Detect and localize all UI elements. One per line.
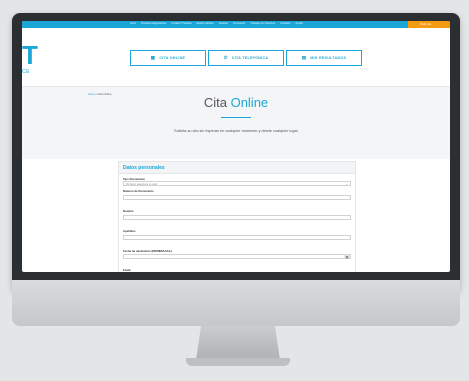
numero-documento-label: Número de Documento xyxy=(123,189,154,193)
page-title: Cita Online xyxy=(22,95,450,110)
nav-item-equipo[interactable]: Equipo Médico xyxy=(197,22,214,25)
nombre-label: Nombre xyxy=(123,209,134,213)
page-subtitle: Solicita su cita sin esperas en cualquie… xyxy=(174,129,298,133)
apellidos-label: Apellidos xyxy=(123,229,136,233)
form-section-header: Datos personales xyxy=(119,162,355,174)
page-title-highlight: Online xyxy=(230,95,269,110)
page-title-plain: Cita xyxy=(203,95,231,110)
site-header: T CE ▦ CITA ONLINE ✆ CITA TELEFÓNICA ▤ M… xyxy=(22,28,450,87)
top-nav: Inicio Pruebas Diagnósticas Unidad IT Mé… xyxy=(130,22,303,25)
cita-telefonica-button[interactable]: ✆ CITA TELEFÓNICA xyxy=(208,50,284,66)
appointment-form: Datos personales Tipo Documento Por favo… xyxy=(118,161,356,272)
nav-item-inicio[interactable]: Inicio xyxy=(130,22,136,25)
page-hero: Inicio » Cita Online Cita Online Solicit… xyxy=(22,87,450,159)
nav-item-trabaja[interactable]: Trabaja con Nosotros xyxy=(250,22,275,25)
cta-label: Pedir cita xyxy=(420,23,431,26)
title-underline xyxy=(221,117,251,118)
tipo-documento-value: Por favor, seleccione un valor xyxy=(126,182,158,186)
nav-item-formacion[interactable]: Formación xyxy=(233,22,245,25)
nav-item-noticias[interactable]: Noticias xyxy=(219,22,228,25)
site-logo[interactable]: T xyxy=(22,40,38,71)
mis-resultados-label: MIS RESULTADOS xyxy=(310,56,347,60)
nav-item-unidad[interactable]: Unidad IT Médica xyxy=(171,22,191,25)
email-label: Email xyxy=(123,268,131,272)
top-nav-bar: Inicio Pruebas Diagnósticas Unidad IT Mé… xyxy=(22,21,450,28)
numero-documento-input[interactable] xyxy=(123,195,351,200)
nav-item-contacto[interactable]: Contacto xyxy=(280,22,290,25)
nav-item-ayuda[interactable]: Ayuda xyxy=(295,22,302,25)
phone-icon: ✆ xyxy=(223,55,228,60)
monitor-stand xyxy=(196,326,280,360)
results-icon: ▤ xyxy=(301,55,307,60)
tipo-documento-select[interactable]: Por favor, seleccione un valor ⌄ xyxy=(123,181,351,186)
cita-online-button[interactable]: ▦ CITA ONLINE xyxy=(130,50,206,66)
apellidos-input[interactable] xyxy=(123,235,351,240)
calendar-icon: ▦ xyxy=(150,55,156,60)
cta-button[interactable]: Pedir cita xyxy=(408,21,450,28)
monitor-screen: Inicio Pruebas Diagnósticas Unidad IT Mé… xyxy=(22,21,450,272)
cita-telefonica-label: CITA TELEFÓNICA xyxy=(231,56,269,60)
form-section-title: Datos personales xyxy=(123,165,165,171)
fecha-nacimiento-label: Fecha de nacimiento (DD/MM/AAAA) xyxy=(123,249,172,253)
mis-resultados-button[interactable]: ▤ MIS RESULTADOS xyxy=(286,50,362,66)
chevron-down-icon: ⌄ xyxy=(345,182,348,186)
nombre-input[interactable] xyxy=(123,215,351,220)
monitor-chin xyxy=(12,280,460,326)
monitor-base xyxy=(186,358,290,366)
cita-online-label: CITA ONLINE xyxy=(159,56,186,60)
fecha-nacimiento-input[interactable]: ▦ xyxy=(123,254,351,259)
nav-item-pruebas[interactable]: Pruebas Diagnósticas xyxy=(141,22,166,25)
calendar-icon[interactable]: ▦ xyxy=(344,255,350,259)
site-logo-sub: CE xyxy=(22,69,30,75)
